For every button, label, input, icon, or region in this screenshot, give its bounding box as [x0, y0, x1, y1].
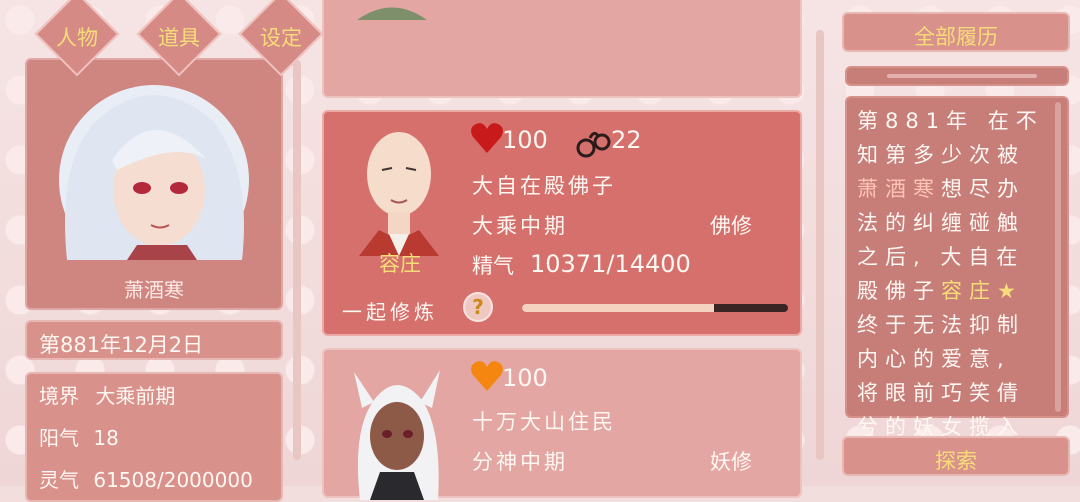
stat-label: 灵气 — [39, 468, 79, 492]
stat-realm: 境界 大乘前期 — [39, 380, 175, 409]
essence-label: 精气 — [472, 254, 514, 278]
nav-label: 人物 — [56, 26, 98, 50]
character-card[interactable]: 100 十万大山住民 分神中期 妖修 — [322, 348, 802, 500]
history-text-segment: 第881年 在不知第多少次被 — [857, 109, 1044, 167]
history-scrollbar[interactable] — [1055, 102, 1061, 412]
history-text-segment: ★ — [997, 279, 1023, 303]
history-divider — [887, 74, 1037, 78]
npc-portrait — [359, 132, 439, 256]
history-text-panel: 第881年 在不知第多少次被萧酒寒想尽办法的纠缠碰触之后, 大自在殿佛子容庄★终… — [845, 96, 1069, 473]
stats-panel: 境界 大乘前期 阳气 18 灵气 61508/2000000 — [25, 372, 283, 502]
character-card[interactable] — [322, 0, 802, 98]
full-history-button[interactable]: 全部履历 — [842, 12, 1070, 52]
player-name: 萧酒寒 — [124, 278, 184, 302]
stat-label: 阳气 — [39, 426, 79, 450]
npc-portrait — [357, 7, 427, 20]
essence-progress-bar — [522, 304, 788, 312]
explore-label: 探索 — [935, 449, 977, 473]
explore-button[interactable]: 探索 — [842, 436, 1070, 476]
essence-progress-fill — [522, 304, 714, 312]
heart-icon — [470, 122, 504, 158]
history-text-segment: 容庄 — [941, 279, 997, 303]
character-card-selected[interactable]: 容庄 100 22 大自在殿佛子 大乘中期 佛修 精气 10371/14400 … — [322, 110, 802, 336]
full-history-label: 全部履历 — [914, 25, 998, 49]
npc-title: 十万大山住民 — [472, 410, 616, 434]
stat-value: 18 — [93, 426, 119, 450]
list-scrollbar-track[interactable] — [293, 60, 301, 460]
stat-value: 61508/2000000 — [93, 468, 253, 492]
train-together-label: 一起修炼 — [342, 300, 438, 324]
stat-yang: 阳气 18 — [39, 422, 119, 451]
essence-value: 10371/14400 — [530, 250, 691, 278]
player-portrait-panel: 萧酒寒 — [25, 58, 283, 310]
stat-label: 境界 — [39, 384, 79, 408]
handcuffs-icon — [576, 126, 612, 164]
help-icon[interactable]: ? — [463, 292, 493, 322]
npc-school: 佛修 — [710, 214, 752, 238]
stat-value: 大乘前期 — [95, 384, 176, 408]
npc-title: 大自在殿佛子 — [472, 174, 616, 198]
nav-label: 道具 — [158, 26, 200, 50]
history-text-segment: 萧酒寒 — [857, 177, 941, 201]
npc-school: 妖修 — [710, 450, 752, 474]
history-list-strip — [845, 66, 1069, 86]
history-text: 第881年 在不知第多少次被萧酒寒想尽办法的纠缠碰触之后, 大自在殿佛子容庄★终… — [857, 104, 1047, 478]
npc-portrait — [354, 370, 440, 500]
npc-name: 容庄 — [379, 252, 421, 276]
npc-hp: 100 — [502, 364, 548, 392]
heart-icon — [470, 360, 504, 396]
date-panel: 第881年12月2日 — [25, 320, 283, 360]
npc-hp: 100 — [502, 126, 548, 154]
npc-realm: 大乘中期 — [472, 214, 568, 238]
stat-spirit: 灵气 61508/2000000 — [39, 464, 253, 493]
nav-label: 设定 — [260, 26, 302, 50]
player-portrait — [59, 85, 249, 260]
cards-scrollbar-track[interactable] — [816, 30, 824, 460]
game-date: 第881年12月2日 — [39, 333, 204, 357]
npc-realm: 分神中期 — [472, 450, 568, 474]
npc-bond: 22 — [611, 126, 642, 154]
